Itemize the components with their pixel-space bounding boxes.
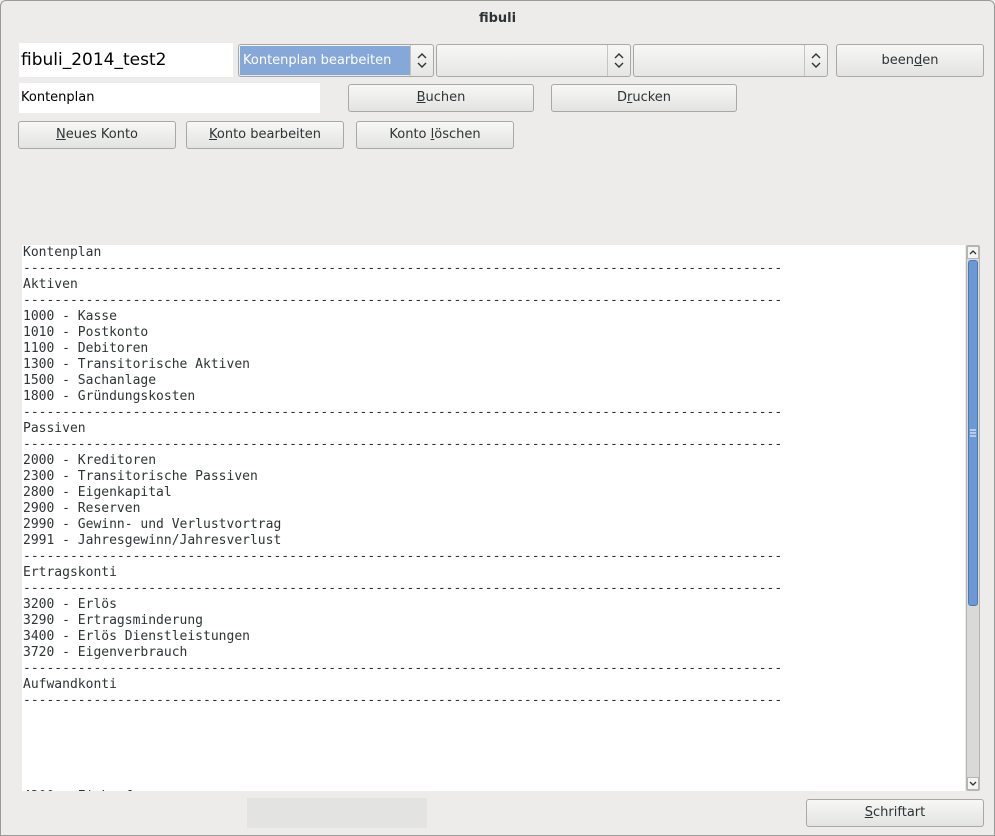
filter-select-2[interactable] bbox=[633, 44, 828, 77]
account-plan-text: Kontenplan -----------------------------… bbox=[23, 245, 783, 791]
grip-lines-icon bbox=[970, 429, 976, 437]
account-plan-textarea[interactable]: Kontenplan -----------------------------… bbox=[22, 245, 965, 791]
file-name-value: fibuli_2014_test2 bbox=[21, 50, 167, 70]
section-label: Kontenplan bbox=[21, 90, 95, 105]
filter-select-1[interactable] bbox=[436, 44, 631, 77]
file-name-field[interactable]: fibuli_2014_test2 bbox=[19, 43, 233, 77]
application-window: fibuli fibuli_2014_test2 Kontenplan bear… bbox=[0, 0, 995, 836]
up-down-chevron-icon bbox=[410, 45, 433, 76]
mode-select[interactable]: Kontenplan bearbeiten bbox=[238, 44, 434, 77]
up-down-chevron-icon bbox=[607, 45, 630, 76]
book-button[interactable]: Buchen bbox=[348, 84, 534, 112]
arrow-down-icon[interactable] bbox=[967, 777, 979, 790]
arrow-up-icon[interactable] bbox=[967, 246, 979, 259]
font-button[interactable]: Schriftart bbox=[806, 799, 984, 827]
delete-account-button[interactable]: Konto löschen bbox=[356, 121, 514, 149]
scrollbar-thumb[interactable] bbox=[968, 260, 978, 606]
print-button[interactable]: Drucken bbox=[551, 84, 737, 112]
mode-select-value: Kontenplan bearbeiten bbox=[240, 46, 410, 75]
section-field: Kontenplan bbox=[19, 83, 320, 113]
quit-button[interactable]: beenden bbox=[836, 44, 984, 77]
vertical-scrollbar[interactable] bbox=[966, 245, 980, 791]
status-area bbox=[247, 798, 427, 828]
up-down-chevron-icon bbox=[804, 45, 827, 76]
new-account-button[interactable]: Neues Konto bbox=[18, 121, 176, 149]
window-title: fibuli bbox=[478, 11, 517, 26]
edit-account-button[interactable]: Konto bearbeiten bbox=[186, 121, 344, 149]
